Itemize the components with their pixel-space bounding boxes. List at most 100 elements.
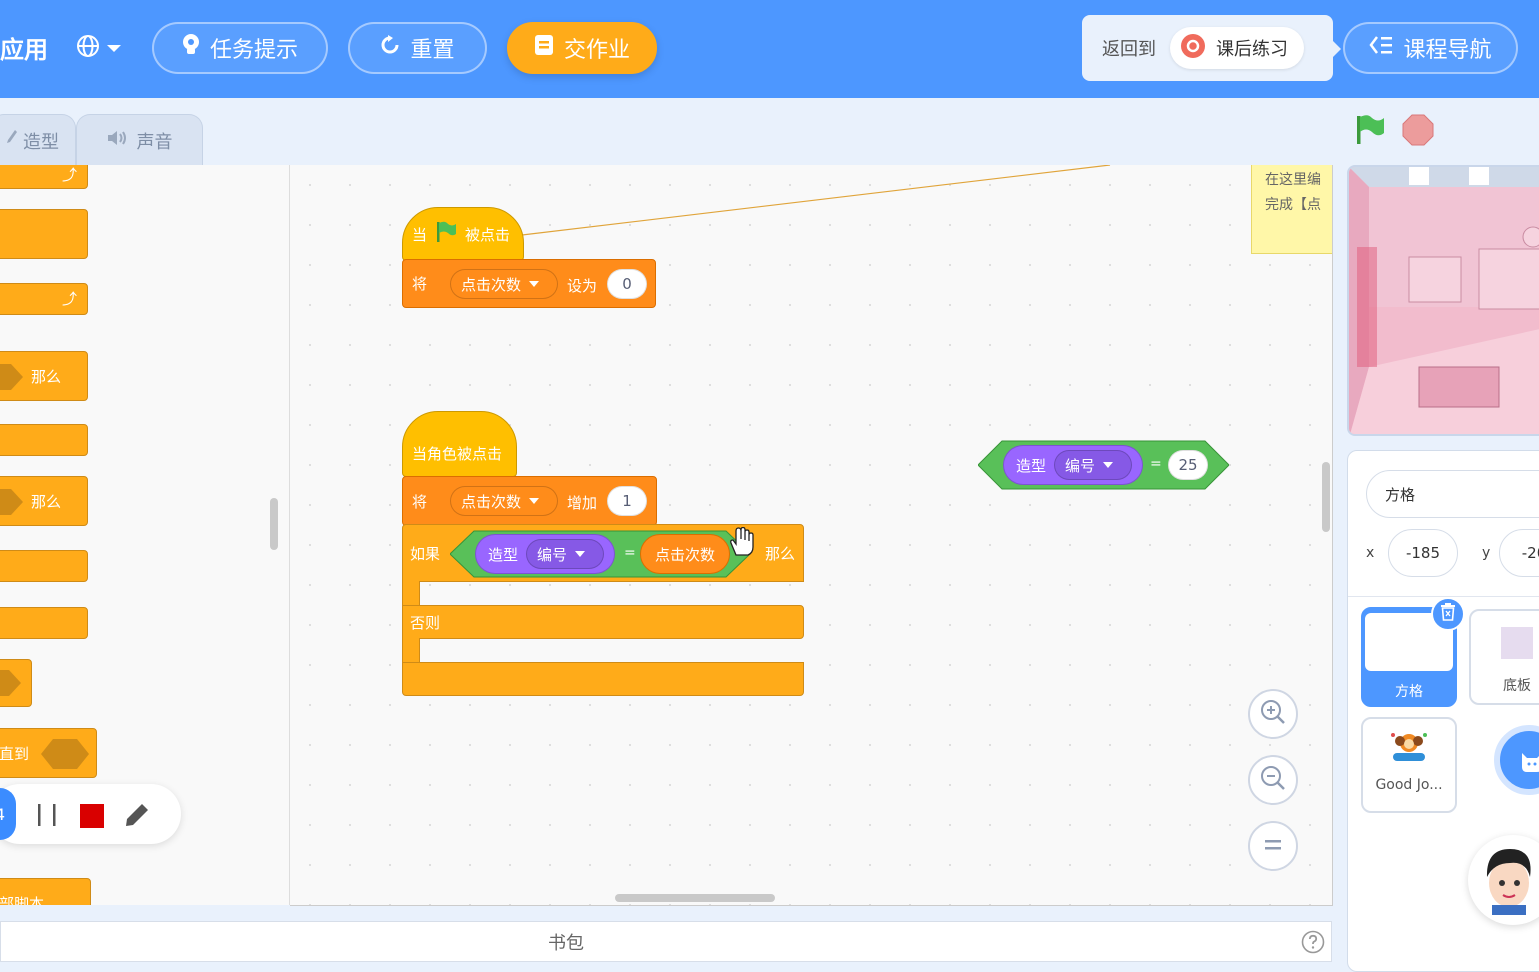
add-sprite-button[interactable]	[1494, 725, 1539, 795]
palette-block[interactable]: ⤴	[0, 165, 88, 189]
costume-label: 造型	[488, 545, 519, 564]
palette-block[interactable]	[0, 209, 88, 259]
if-else-bottom	[402, 662, 804, 696]
lightbulb-icon	[182, 33, 210, 63]
zoom-out-button[interactable]	[1248, 755, 1298, 805]
sprite-name: 底板	[1503, 678, 1531, 694]
x-label: x	[1366, 545, 1375, 561]
stop-button[interactable]	[1402, 114, 1434, 150]
palette-until-label: 直到	[0, 745, 30, 763]
pen-icon[interactable]	[124, 802, 150, 832]
sprite-tile[interactable]: 底板	[1469, 609, 1539, 705]
speaker-icon	[107, 129, 129, 152]
y-label: y	[1482, 545, 1491, 561]
y-position-input[interactable]: -20	[1499, 529, 1539, 577]
palette-wait-until-block[interactable]	[0, 659, 32, 707]
note-line: 完成【点	[1265, 197, 1321, 213]
variable-dropdown[interactable]: 点击次数	[450, 486, 558, 516]
palette-then-label: 那么	[31, 493, 62, 511]
palette-block[interactable]: ⤴	[0, 283, 88, 315]
green-flag-button[interactable]	[1354, 114, 1386, 150]
palette-block[interactable]	[0, 607, 88, 639]
zoom-out-icon	[1260, 765, 1286, 795]
equals-sign: =	[624, 545, 636, 561]
hat-suffix: 被点击	[465, 225, 511, 244]
hand-cursor-icon	[728, 526, 754, 561]
zoom-reset-button[interactable]	[1248, 821, 1298, 871]
equals-icon	[1263, 837, 1283, 856]
vertical-scrollbar[interactable]	[1322, 462, 1330, 532]
else-row: 否则	[402, 605, 804, 639]
globe-icon	[76, 34, 100, 62]
palette-block[interactable]	[0, 424, 88, 456]
recording-toolbar: 4	[0, 784, 181, 844]
zoom-in-button[interactable]	[1248, 689, 1298, 739]
palette-if-block[interactable]: 那么	[0, 351, 88, 401]
sprite-tile[interactable]: Good Jo...	[1361, 717, 1457, 813]
set-to-label: 设为	[567, 277, 598, 295]
costume-field: 编号	[537, 545, 568, 564]
delete-sprite-button[interactable]	[1431, 597, 1465, 631]
costume-field: 编号	[1065, 456, 1096, 475]
tab-sounds[interactable]: 声音	[76, 114, 203, 166]
green-flag-icon	[435, 221, 457, 247]
costume-label: 造型	[1016, 456, 1047, 475]
change-by-label: 增加	[567, 494, 598, 512]
palette-scrollbar[interactable]	[270, 498, 278, 550]
sprite-name-field[interactable]: 方格	[1366, 470, 1539, 518]
recording-counter: 4	[0, 788, 16, 840]
costume-field-dropdown[interactable]: 编号	[526, 539, 604, 569]
language-selector[interactable]	[76, 34, 122, 62]
reset-label: 重置	[410, 38, 455, 63]
palette-block[interactable]	[0, 550, 88, 582]
rotate-arrow-icon: ⤴	[61, 166, 77, 184]
x-position-input[interactable]: -185	[1388, 529, 1458, 577]
change-value-input[interactable]: 1	[607, 486, 647, 516]
return-target-label: 课后练习	[1216, 39, 1288, 60]
chevron-down-icon	[106, 39, 122, 58]
equals-sign: =	[1150, 456, 1162, 472]
reset-button[interactable]: 重置	[348, 22, 487, 74]
code-workspace[interactable]: 在这里编 完成【点 当 被点击 将 点击次数 设为 0 当角色被点击 将 点击次…	[290, 165, 1333, 906]
app-title: 应用	[0, 36, 48, 64]
stop-icon	[1402, 114, 1434, 150]
set-value-input[interactable]: 0	[607, 269, 647, 299]
sprite-name: Good Jo...	[1375, 777, 1443, 793]
sprite-thumbnail	[1501, 627, 1533, 659]
refresh-icon	[380, 35, 410, 61]
task-hint-button[interactable]: 任务提示	[152, 22, 328, 74]
tab-costumes[interactable]: 造型	[0, 114, 76, 166]
when-flag-clicked-block[interactable]: 当 被点击	[402, 207, 524, 261]
return-to-panel: 返回到 课后练习	[1082, 15, 1341, 81]
else-label: 否则	[410, 613, 441, 632]
variable-dropdown[interactable]: 点击次数	[450, 269, 558, 299]
if-label: 如果	[410, 544, 441, 563]
comment-note[interactable]: 在这里编 完成【点	[1251, 165, 1332, 254]
pause-icon[interactable]	[35, 804, 59, 830]
tab-costumes-label: 造型	[23, 131, 59, 153]
palette-stop-block[interactable]: 部脚本	[0, 878, 91, 905]
palette-if-else-block[interactable]: 那么	[0, 476, 88, 526]
backpack-bar[interactable]: 书包	[0, 921, 1332, 962]
if-else-arm	[402, 581, 420, 606]
stop-record-icon[interactable]	[80, 804, 104, 828]
hat-label: 当角色被点击	[412, 444, 503, 463]
submit-homework-button[interactable]: 交作业	[507, 22, 657, 74]
help-icon[interactable]	[1301, 930, 1325, 959]
horizontal-scrollbar[interactable]	[615, 894, 775, 902]
if-else-arm	[402, 638, 420, 663]
variable-reporter[interactable]: 点击次数	[640, 534, 730, 574]
variable-name: 点击次数	[461, 492, 522, 511]
trash-icon	[1440, 603, 1456, 625]
course-nav-button[interactable]: 课程导航	[1343, 22, 1518, 74]
compare-value-input[interactable]: 25	[1168, 450, 1208, 480]
palette-repeat-until-block[interactable]: 直到	[0, 728, 97, 778]
course-nav-label: 课程导航	[1403, 38, 1492, 63]
return-target-button[interactable]: 课后练习	[1170, 27, 1304, 69]
then-label: 那么	[765, 544, 796, 563]
top-bar: 应用 任务提示 重置 交作业 返回到 课后练习 课程导航	[0, 0, 1539, 98]
backpack-label: 书包	[548, 932, 584, 954]
when-sprite-clicked-block[interactable]: 当角色被点击	[402, 411, 517, 477]
stage-preview[interactable]	[1347, 165, 1539, 436]
costume-field-dropdown[interactable]: 编号	[1054, 450, 1132, 480]
